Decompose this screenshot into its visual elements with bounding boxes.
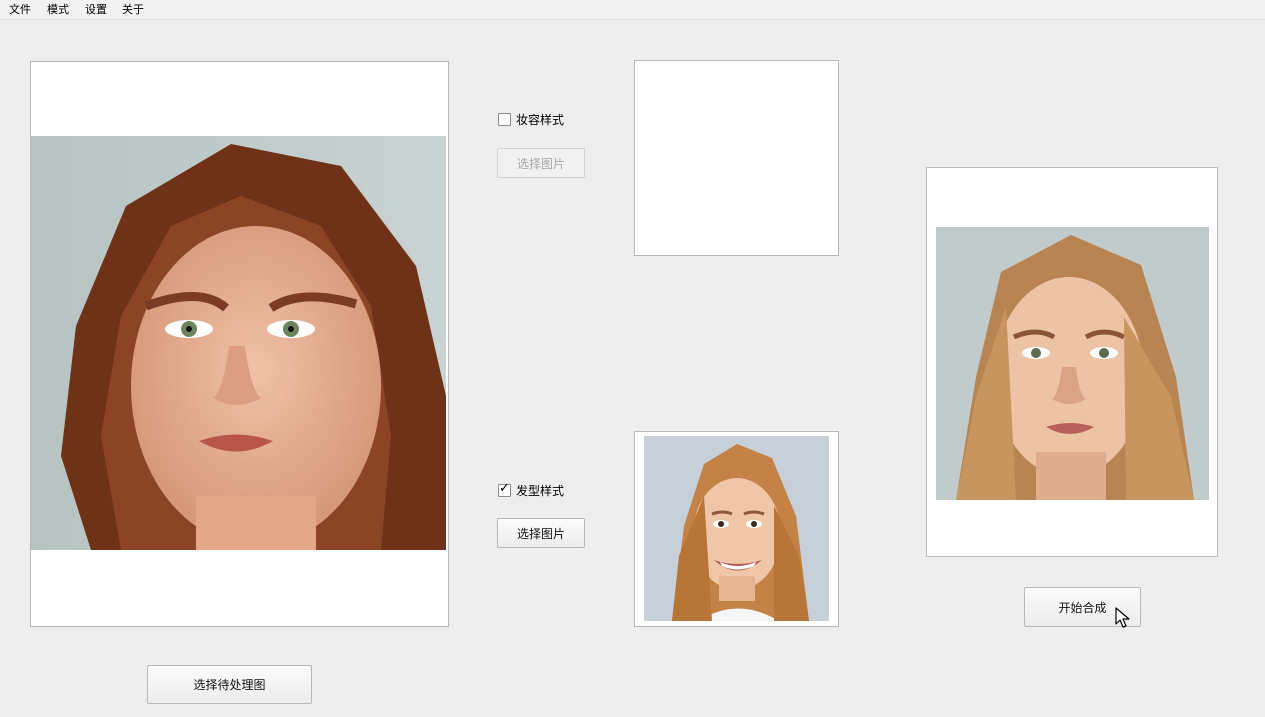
makeup-style-label: 妆容样式: [516, 113, 565, 127]
mouse-pointer-icon: [1115, 607, 1130, 628]
result-face-photo: [936, 227, 1209, 500]
hair-reference-panel: [634, 431, 839, 627]
menu-file[interactable]: 文件: [9, 3, 31, 16]
select-makeup-image-button[interactable]: 选择图片: [497, 148, 585, 178]
source-face-photo: [31, 136, 446, 550]
makeup-reference-panel: [634, 60, 839, 256]
makeup-style-checkbox[interactable]: [498, 113, 511, 126]
checkmark-icon: ✓: [499, 481, 510, 496]
hair-style-checkbox[interactable]: ✓: [498, 481, 511, 497]
select-source-image-button[interactable]: 选择待处理图: [147, 665, 312, 704]
hair-reference-photo: [644, 436, 829, 621]
menu-settings[interactable]: 设置: [85, 3, 107, 16]
hair-style-label: 发型样式: [516, 484, 565, 498]
result-image-panel: [926, 167, 1218, 557]
menu-bar: 文件 模式 设置 关于: [0, 0, 1265, 20]
menu-about[interactable]: 关于: [122, 3, 144, 16]
source-image-panel: [30, 61, 449, 627]
menu-mode[interactable]: 模式: [47, 3, 69, 16]
select-hair-image-button[interactable]: 选择图片: [497, 518, 585, 548]
